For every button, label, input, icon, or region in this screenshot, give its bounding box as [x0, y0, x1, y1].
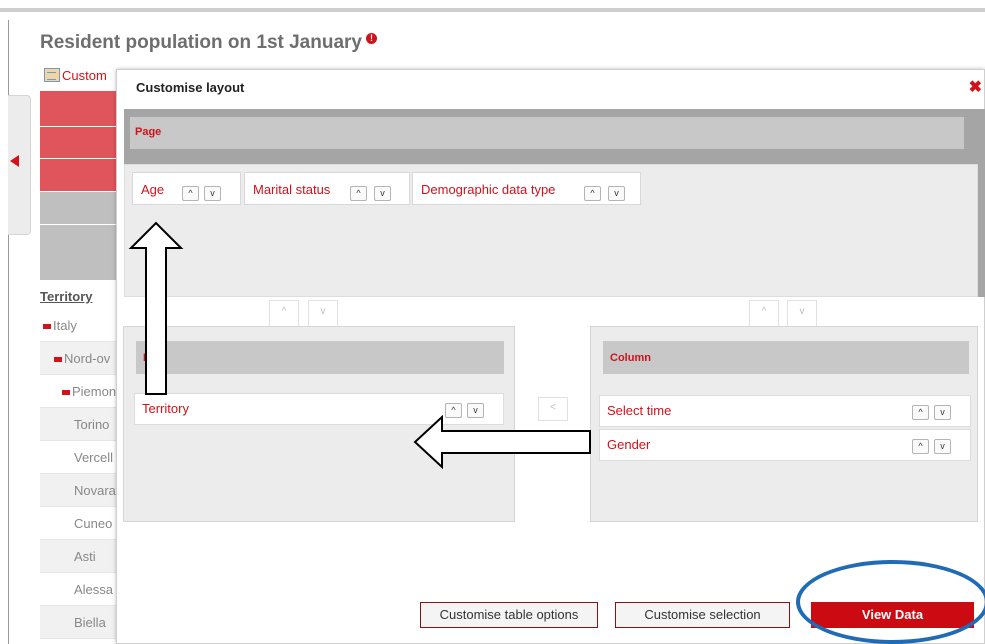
left-arrow-annotation: [413, 414, 591, 470]
up-arrow-annotation: [128, 221, 184, 395]
annotation-arrows: [128, 221, 591, 470]
